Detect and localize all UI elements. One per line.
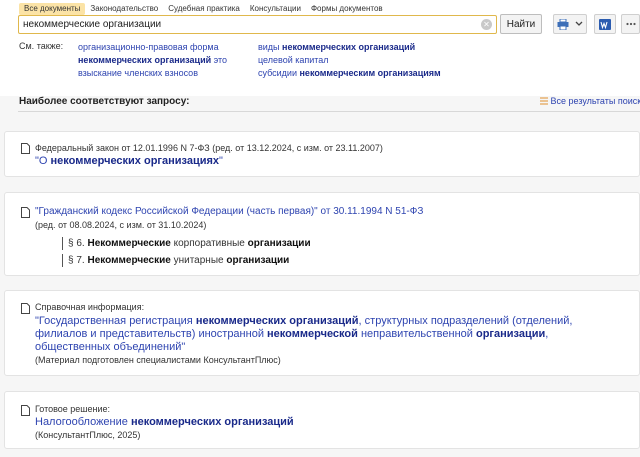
result-card-3: Справочная информация: "Государственная … [4,290,640,376]
all-results-label: Все результаты поиска [550,96,640,106]
result-section-link[interactable]: § 6. Некоммерческие корпоративные органи… [62,237,311,250]
tab-consultations[interactable]: Консультации [245,3,306,15]
result-label: Справочная информация: [35,302,145,312]
divider [18,111,640,112]
printer-icon [557,18,569,30]
document-icon [21,303,30,314]
document-icon [21,405,30,416]
word-icon [599,18,611,30]
clear-icon[interactable]: ✕ [481,19,492,30]
more-button[interactable] [621,14,640,34]
search-box: ✕ [18,15,497,34]
results-heading: Наиболее соответствуют запросу: [19,96,190,107]
dropdown-arrow-icon [575,21,583,26]
find-button[interactable]: Найти [500,14,542,34]
tab-all-documents[interactable]: Все документы [19,3,86,15]
result-note: (КонсультантПлюс, 2025) [35,430,141,440]
tab-legislation[interactable]: Законодательство [85,3,163,15]
result-meta: (ред. от 08.08.2024, с изм. от 31.10.202… [35,220,207,230]
document-icon [21,143,30,154]
see-also-column-1: организационно-правовая форма некоммерче… [78,41,227,80]
see-also-link[interactable]: виды некоммерческих организаций [258,41,441,54]
more-icon [625,22,636,26]
see-also-column-2: виды некоммерческих организаций целевой … [258,41,441,80]
tab-court-practice[interactable]: Судебная практика [163,3,245,15]
top-panel: Все документы Законодательство Судебная … [0,0,640,107]
see-also-link[interactable]: некоммерческих организаций это [78,54,227,67]
result-meta: Федеральный закон от 12.01.1996 N 7-ФЗ (… [35,143,383,153]
see-also-link[interactable]: целевой капитал [258,54,441,67]
result-note: (Материал подготовлен специалистами Конс… [35,355,281,365]
see-also-link[interactable]: взыскание членских взносов [78,67,227,80]
print-button[interactable] [553,14,587,34]
result-card-4: Готовое решение: Налогообложение некомме… [4,391,640,449]
see-also-link[interactable]: субсидии некоммерческим организациям [258,67,441,80]
category-tabs: Все документы Законодательство Судебная … [19,3,388,15]
see-also-label: См. также: [19,41,64,51]
result-section-link[interactable]: § 7. Некоммерческие унитарные организаци… [62,254,289,267]
result-title-link[interactable]: Налогообложение некоммерческих организац… [35,416,294,428]
word-export-button[interactable] [594,14,616,34]
result-title: "Гражданский кодекс Российской Федерации… [35,206,424,217]
result-title-link[interactable]: "Государственная регистрация некоммерчес… [35,315,572,327]
search-input[interactable] [23,17,478,32]
tab-document-forms[interactable]: Формы документов [306,3,388,15]
all-results-link[interactable]: Все результаты поиска [540,96,640,106]
list-icon [540,97,548,105]
result-label: Готовое решение: [35,404,111,414]
result-card-1: Федеральный закон от 12.01.1996 N 7-ФЗ (… [4,131,640,177]
result-title-link[interactable]: филиалов и представительств) иностранной… [35,328,548,340]
result-title-link[interactable]: "О некоммерческих организациях" [35,155,223,167]
result-card-2: "Гражданский кодекс Российской Федерации… [4,192,640,276]
see-also-link[interactable]: организационно-правовая форма [78,41,227,54]
document-icon [21,207,30,218]
result-title-link[interactable]: общественных объединений" [35,341,185,353]
result-title-link[interactable]: "Гражданский кодекс Российской Федерации… [35,206,318,217]
